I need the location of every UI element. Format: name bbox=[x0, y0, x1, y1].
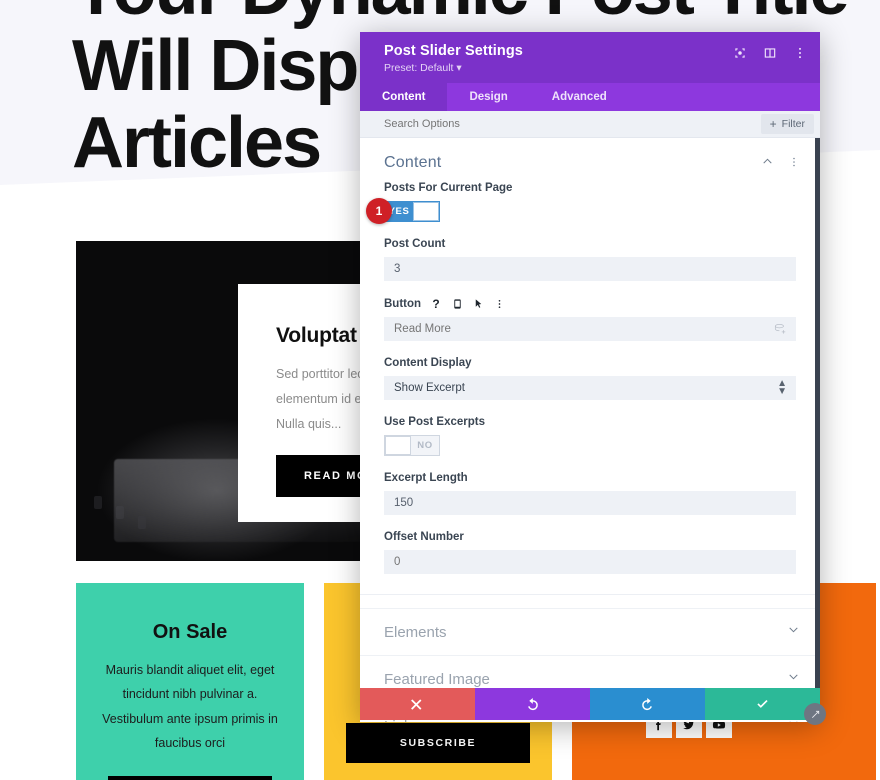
excerpt-length-input[interactable] bbox=[384, 491, 796, 515]
post-slider-settings-modal: Post Slider Settings Preset: Default ▾ C… bbox=[360, 32, 820, 722]
button-input-wrap bbox=[384, 317, 796, 341]
promo-on-sale: On Sale Mauris blandit aliquet elit, ege… bbox=[76, 583, 304, 780]
field-excerpt-length: Excerpt Length bbox=[360, 472, 820, 531]
field-label: Excerpt Length bbox=[384, 472, 468, 484]
toggle-knob bbox=[413, 202, 439, 221]
tab-design[interactable]: Design bbox=[447, 83, 529, 111]
button-text-input[interactable] bbox=[384, 317, 796, 341]
section-divider bbox=[360, 594, 820, 608]
field-post-count: Post Count bbox=[360, 238, 820, 297]
field-label: Offset Number bbox=[384, 531, 464, 543]
kebab-menu-icon[interactable] bbox=[493, 297, 505, 310]
section-kebab-menu-icon[interactable] bbox=[788, 156, 800, 171]
accordion-label: Elements bbox=[384, 623, 447, 641]
scrollbar-thumb[interactable] bbox=[815, 138, 820, 568]
promo-body: Mauris blandit aliquet elit, eget tincid… bbox=[102, 663, 278, 751]
chevron-up-icon[interactable] bbox=[761, 155, 774, 171]
modal-tabs: Content Design Advanced bbox=[360, 83, 820, 111]
field-offset-number: Offset Number bbox=[360, 531, 820, 590]
kebab-menu-icon[interactable] bbox=[792, 45, 808, 61]
dynamic-content-icon[interactable] bbox=[773, 322, 787, 336]
field-label-icons: ? bbox=[430, 297, 505, 311]
search-bar: + Filter bbox=[360, 111, 820, 138]
resize-diagonal-icon bbox=[811, 710, 819, 718]
content-section-header[interactable]: Content bbox=[360, 138, 820, 182]
field-button: Button ? bbox=[360, 297, 820, 357]
use-post-excerpts-toggle[interactable]: NO bbox=[384, 435, 440, 456]
chevron-down-icon[interactable] bbox=[787, 670, 800, 688]
field-label: Posts For Current Page bbox=[384, 182, 513, 194]
toggle-knob bbox=[385, 436, 411, 455]
content-display-select[interactable] bbox=[384, 376, 796, 400]
layout-panel-icon[interactable] bbox=[762, 45, 778, 61]
check-icon bbox=[757, 699, 768, 708]
preset-selector[interactable]: Preset: Default ▾ bbox=[384, 62, 804, 74]
modal-header-icons bbox=[732, 45, 808, 61]
field-label: Post Count bbox=[384, 238, 446, 250]
undo-button[interactable] bbox=[475, 688, 590, 720]
close-x-icon bbox=[411, 698, 422, 710]
posts-for-current-page-toggle[interactable]: YES bbox=[384, 201, 440, 222]
redo-arrow-icon bbox=[642, 697, 652, 710]
mobile-icon[interactable] bbox=[451, 297, 463, 310]
offset-number-input[interactable] bbox=[384, 550, 796, 574]
save-button[interactable] bbox=[705, 688, 820, 720]
filter-button[interactable]: + Filter bbox=[760, 114, 814, 134]
screenshot-stage: Your Dynamic Post Title Will Display Art… bbox=[0, 0, 880, 780]
filter-label: Filter bbox=[781, 118, 805, 130]
field-posts-for-current-page: Posts For Current Page 1 YES bbox=[360, 182, 820, 238]
toggle-value: NO bbox=[417, 440, 433, 451]
cancel-button[interactable] bbox=[360, 688, 475, 720]
modal-header: Post Slider Settings Preset: Default ▾ bbox=[360, 32, 820, 83]
modal-body: Content Posts For Current Page 1 YES Pos… bbox=[360, 138, 820, 722]
undo-arrow-icon bbox=[528, 697, 538, 710]
field-label: Use Post Excerpts bbox=[384, 416, 485, 428]
subscribe-button[interactable]: SUBSCRIBE bbox=[346, 722, 530, 763]
focus-target-icon[interactable] bbox=[732, 45, 748, 61]
section-title: Content bbox=[384, 154, 442, 171]
modal-scrollbar[interactable] bbox=[815, 138, 820, 722]
help-icon[interactable]: ? bbox=[430, 297, 442, 311]
redo-button[interactable] bbox=[590, 688, 705, 720]
accordion-elements[interactable]: Elements bbox=[360, 608, 820, 655]
post-count-input[interactable] bbox=[384, 257, 796, 281]
search-input[interactable] bbox=[384, 118, 761, 130]
chevron-down-icon[interactable] bbox=[787, 623, 800, 641]
step-badge-1: 1 bbox=[366, 198, 392, 224]
field-content-display: Content Display ▲▼ bbox=[360, 357, 820, 416]
plus-icon: + bbox=[769, 117, 777, 131]
field-use-post-excerpts: Use Post Excerpts NO bbox=[360, 416, 820, 472]
promo-heading: On Sale bbox=[152, 621, 228, 643]
hover-cursor-icon[interactable] bbox=[472, 297, 484, 310]
accordion-label: Featured Image bbox=[384, 670, 490, 688]
laptop-ports bbox=[94, 496, 102, 509]
field-label: Button bbox=[384, 297, 422, 310]
content-display-select-wrap: ▲▼ bbox=[384, 376, 796, 400]
modal-action-bar bbox=[360, 688, 820, 720]
modal-resize-handle[interactable] bbox=[804, 703, 826, 725]
field-label: Content Display bbox=[384, 357, 472, 369]
toggle-holder: 1 YES bbox=[366, 198, 440, 224]
shop-sale-items-button[interactable]: SHOP SALE ITEMS bbox=[108, 775, 272, 780]
tab-content[interactable]: Content bbox=[360, 83, 448, 111]
tab-advanced[interactable]: Advanced bbox=[530, 83, 629, 111]
